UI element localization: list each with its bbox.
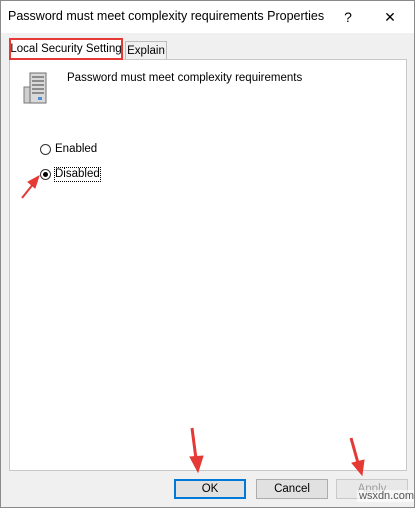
title-bar: Password must meet complexity requiremen… bbox=[1, 1, 414, 33]
properties-dialog: Password must meet complexity requiremen… bbox=[0, 0, 415, 508]
radio-button[interactable] bbox=[40, 168, 51, 180]
server-policy-icon bbox=[23, 72, 47, 104]
help-button[interactable]: ? bbox=[331, 1, 365, 33]
tab-local-security-setting[interactable]: Local Security Setting bbox=[9, 38, 123, 60]
policy-name: Password must meet complexity requiremen… bbox=[67, 72, 303, 84]
close-button[interactable]: ✕ bbox=[373, 1, 407, 33]
window-title: Password must meet complexity requiremen… bbox=[8, 9, 325, 23]
radio-button[interactable] bbox=[40, 143, 51, 155]
radio-disabled[interactable]: Disabled bbox=[40, 166, 101, 182]
ok-button[interactable]: OK bbox=[174, 479, 246, 499]
tab-label: Local Security Setting bbox=[10, 43, 122, 55]
tab-label: Explain bbox=[127, 45, 165, 57]
tab-explain[interactable]: Explain bbox=[125, 41, 167, 60]
radio-enabled[interactable]: Enabled bbox=[40, 142, 97, 156]
radio-label[interactable]: Enabled bbox=[55, 143, 97, 156]
watermark: wsxdn.com bbox=[357, 490, 415, 502]
radio-label[interactable]: Disabled bbox=[54, 166, 101, 182]
tab-panel bbox=[9, 59, 407, 471]
cancel-button[interactable]: Cancel bbox=[256, 479, 328, 499]
